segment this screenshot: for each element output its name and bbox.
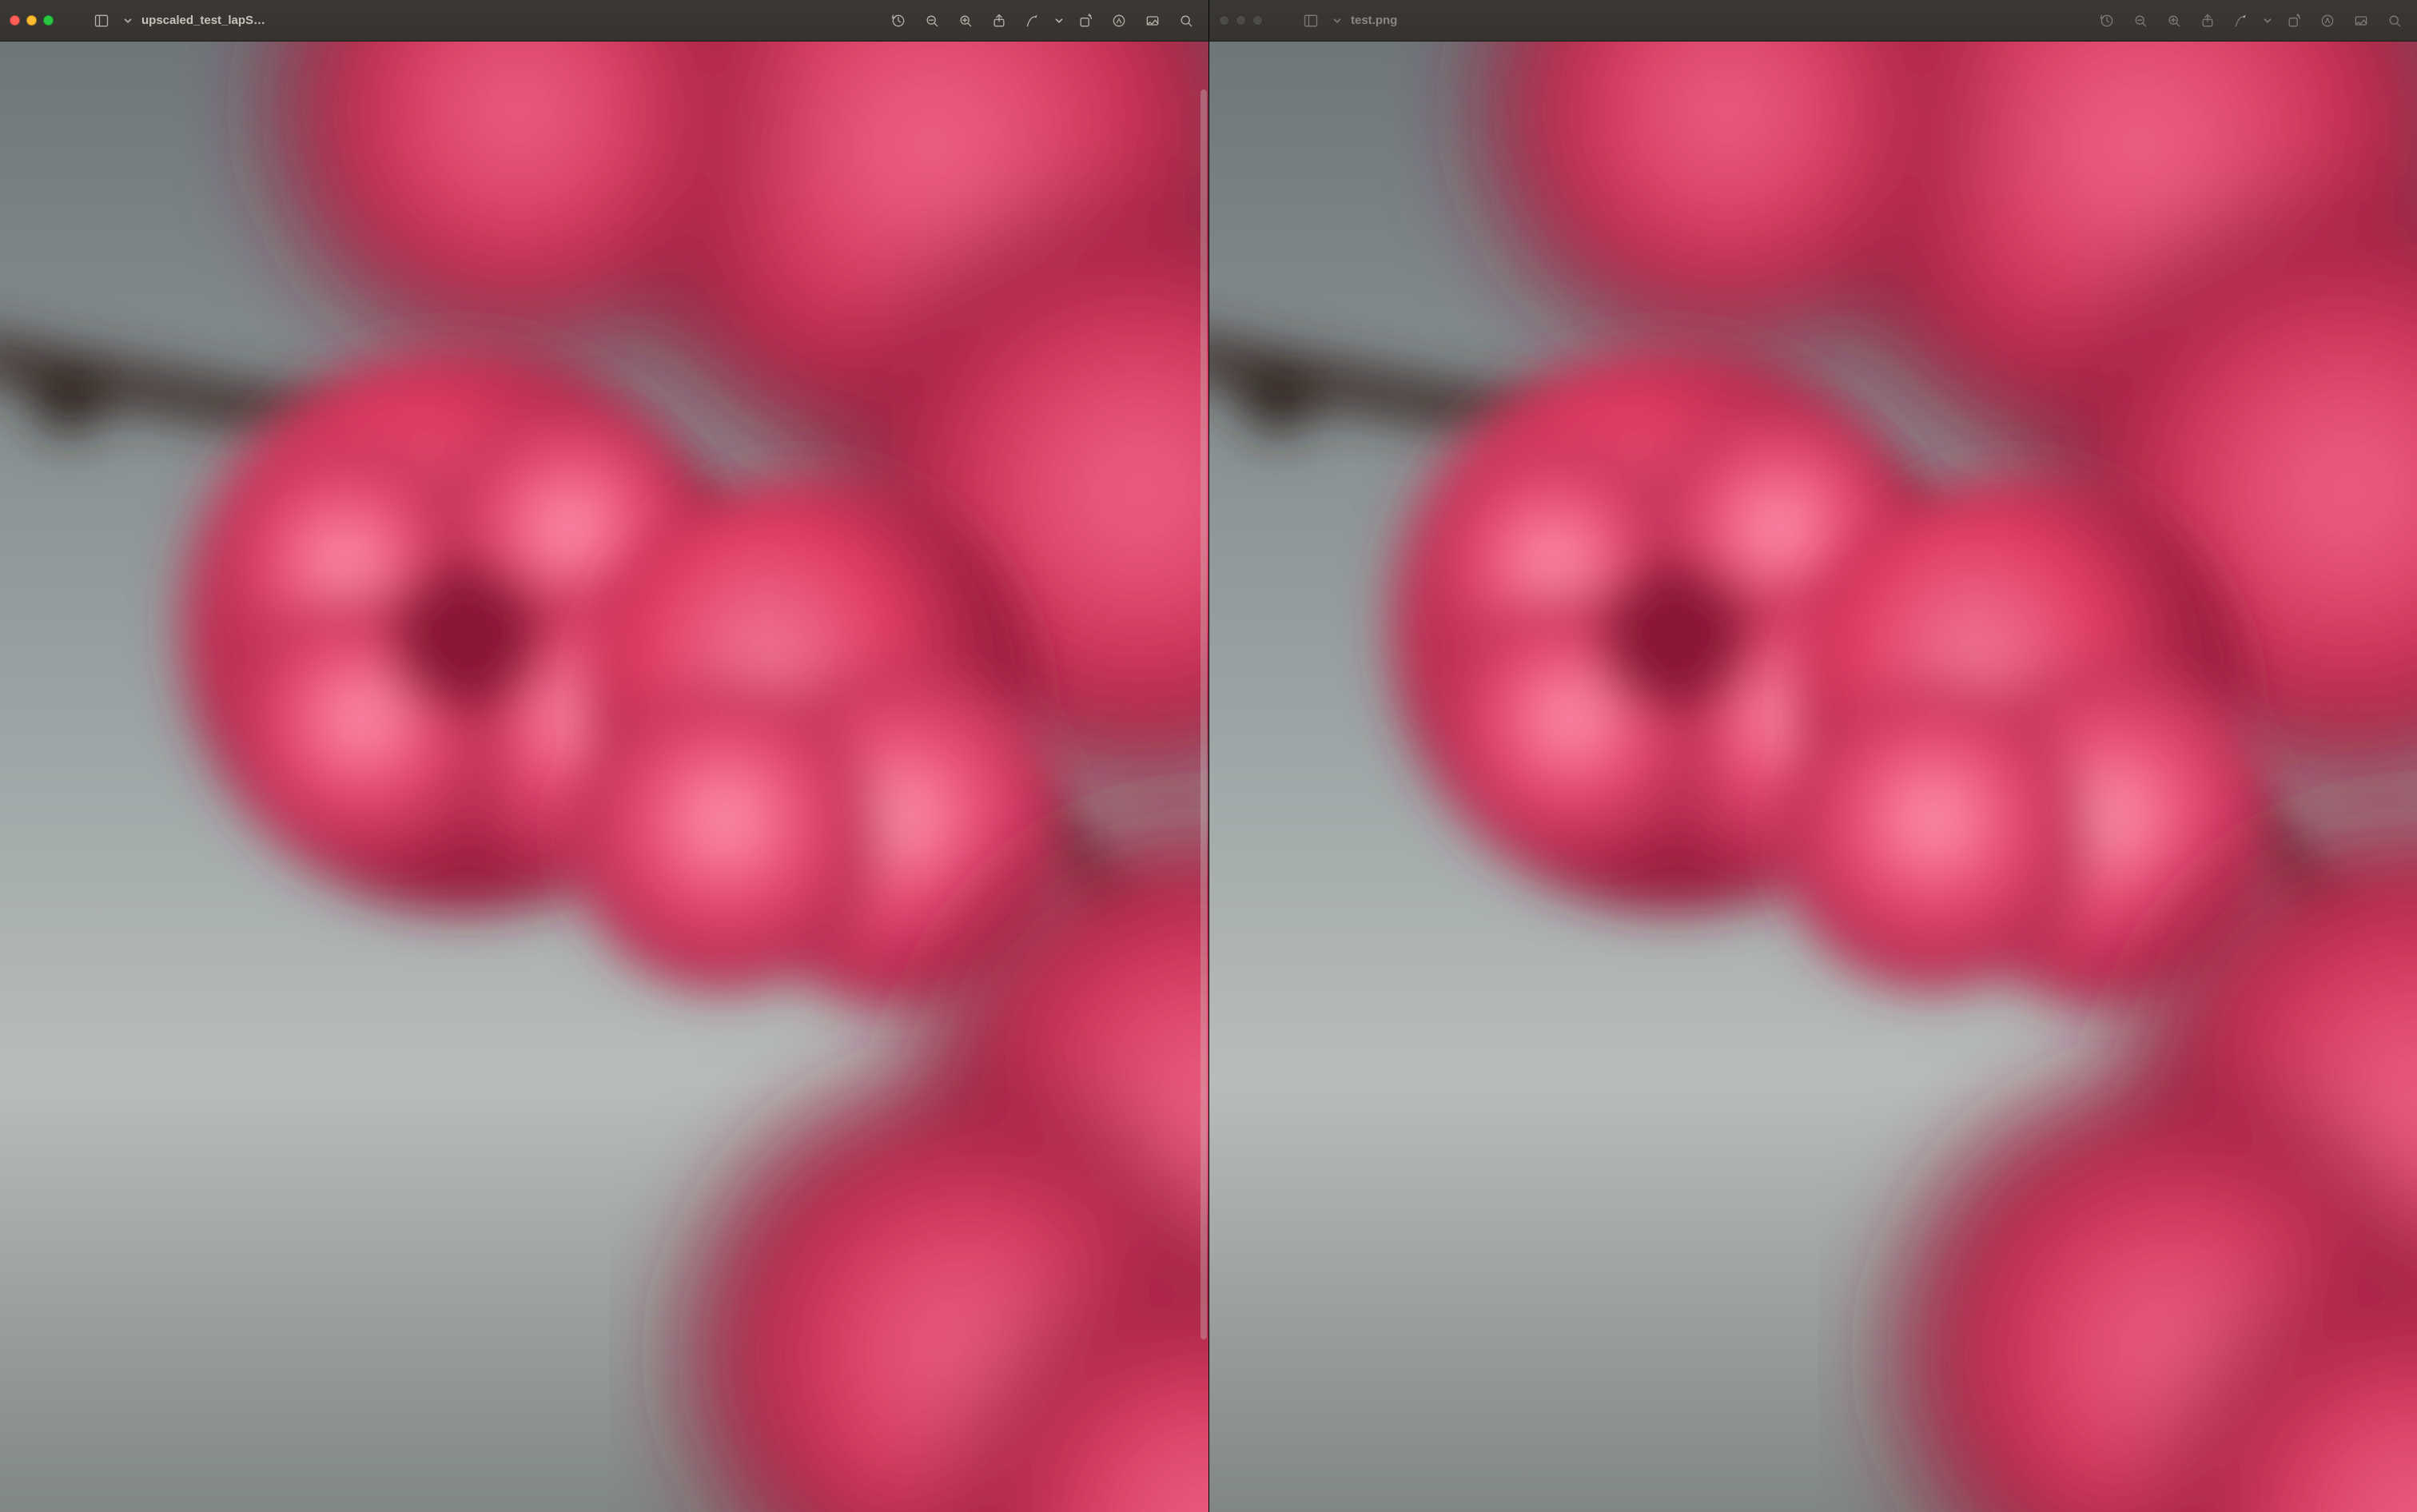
image-viewport[interactable] xyxy=(1209,42,2417,1512)
edit-button[interactable] xyxy=(1140,8,1165,34)
toolbar: test.png xyxy=(1209,0,2417,42)
recents-button[interactable] xyxy=(886,8,911,34)
chevron-down-icon[interactable] xyxy=(1332,15,1343,26)
window-fullscreen-button[interactable] xyxy=(43,15,54,26)
window-minimize-button[interactable] xyxy=(1236,15,1246,26)
window-title: upscaled_test_lapS… xyxy=(141,14,265,27)
recents-button[interactable] xyxy=(2094,8,2120,34)
zoom-in-button[interactable] xyxy=(2161,8,2187,34)
window-close-button[interactable] xyxy=(1219,15,1229,26)
image-content xyxy=(0,42,1208,1512)
share-button[interactable] xyxy=(2195,8,2220,34)
image-viewport[interactable] xyxy=(0,42,1208,1512)
window-close-button[interactable] xyxy=(10,15,20,26)
app-split-view: upscaled_test_lapS… xyxy=(0,0,2417,1512)
sidebar-toggle-button[interactable] xyxy=(1298,8,1324,34)
sidebar-toggle-button[interactable] xyxy=(89,8,114,34)
chevron-down-icon[interactable] xyxy=(122,15,133,26)
preview-window-left: upscaled_test_lapS… xyxy=(0,0,1208,1512)
window-fullscreen-button[interactable] xyxy=(1252,15,1263,26)
traffic-lights xyxy=(1219,15,1263,26)
zoom-out-button[interactable] xyxy=(919,8,945,34)
scrollbar-thumb[interactable] xyxy=(1201,90,1207,1339)
rotate-button[interactable] xyxy=(2281,8,2307,34)
chevron-down-icon[interactable] xyxy=(2262,15,2273,26)
info-button[interactable] xyxy=(2315,8,2340,34)
rotate-button[interactable] xyxy=(1073,8,1098,34)
image-content xyxy=(1209,42,2417,1512)
search-button[interactable] xyxy=(2382,8,2407,34)
chevron-down-icon[interactable] xyxy=(1053,15,1065,26)
edit-button[interactable] xyxy=(2348,8,2374,34)
traffic-lights xyxy=(10,15,54,26)
zoom-in-button[interactable] xyxy=(953,8,978,34)
markup-button[interactable] xyxy=(2228,8,2254,34)
markup-button[interactable] xyxy=(1020,8,1045,34)
preview-window-right: test.png xyxy=(1208,0,2417,1512)
window-title: test.png xyxy=(1351,14,1397,27)
search-button[interactable] xyxy=(1173,8,1199,34)
share-button[interactable] xyxy=(986,8,1012,34)
toolbar: upscaled_test_lapS… xyxy=(0,0,1208,42)
vertical-scrollbar[interactable] xyxy=(1201,90,1207,1448)
zoom-out-button[interactable] xyxy=(2128,8,2153,34)
info-button[interactable] xyxy=(1106,8,1132,34)
window-minimize-button[interactable] xyxy=(26,15,37,26)
